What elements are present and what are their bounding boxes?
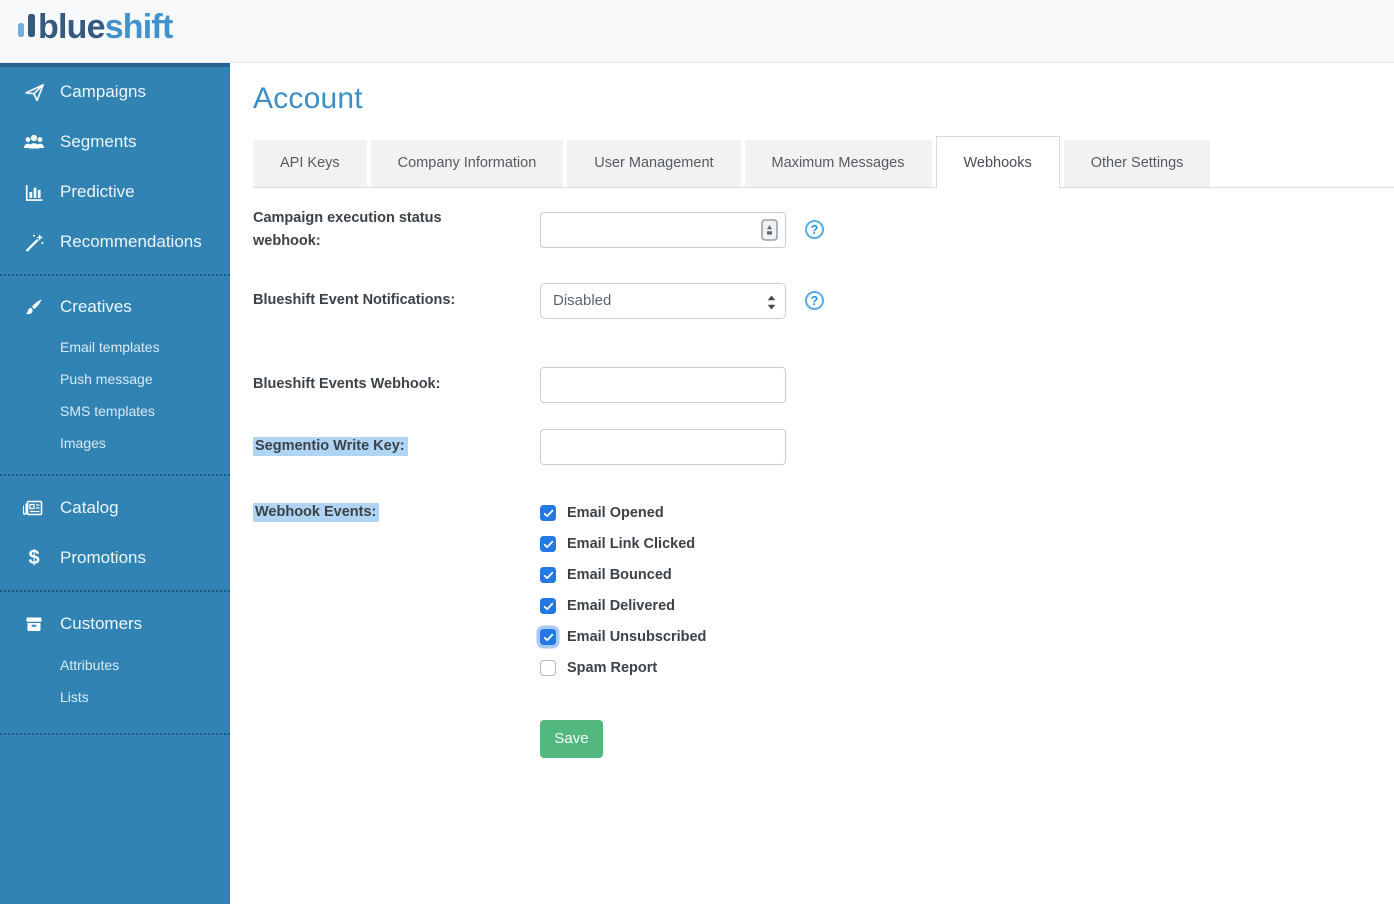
- archive-box-icon: [22, 613, 46, 635]
- sidebar-subitem-label: Lists: [60, 689, 89, 705]
- checkbox-label[interactable]: Email Opened: [567, 505, 664, 521]
- sidebar-subitem-label: SMS templates: [60, 403, 155, 419]
- main-content: Account API Keys Company Information Use…: [230, 63, 1394, 904]
- checkbox-label[interactable]: Spam Report: [567, 660, 657, 676]
- sidebar-item-customers[interactable]: Customers: [0, 599, 230, 649]
- sidebar-item-campaigns[interactable]: Campaigns: [0, 67, 230, 117]
- sidebar-item-attributes[interactable]: Attributes: [0, 649, 230, 681]
- webhook-events-checklist: Email Opened Email Link Clicked Email Bo…: [540, 498, 706, 684]
- sidebar-item-push-message[interactable]: Push message: [0, 363, 230, 395]
- page-title: Account: [253, 82, 1394, 116]
- select-selected-value: Disabled: [553, 292, 611, 309]
- sidebar-subitem-label: Images: [60, 435, 106, 451]
- sidebar-divider: [0, 733, 230, 735]
- email-delivered-checkbox[interactable]: [540, 598, 556, 614]
- segmentio-write-key-input[interactable]: [540, 429, 786, 465]
- sidebar-item-segments[interactable]: Segments: [0, 117, 230, 167]
- form-row-events-webhook: Blueshift Events Webhook:: [253, 367, 1394, 403]
- checkbox-label[interactable]: Email Unsubscribed: [567, 629, 706, 645]
- form-row-campaign-execution: Campaign execution status webhook: ?: [253, 207, 1394, 253]
- sidebar-item-lists[interactable]: Lists: [0, 681, 230, 713]
- webhook-events-label: Webhook Events:: [253, 501, 540, 524]
- blueshift-logo[interactable]: blueshift: [18, 10, 1394, 44]
- paper-plane-icon: [22, 81, 46, 103]
- autofill-extension-icon[interactable]: [761, 219, 778, 246]
- segmentio-write-key-label: Segmentio Write Key:: [253, 435, 540, 458]
- checkbox-row-email-link-clicked[interactable]: Email Link Clicked: [540, 529, 706, 560]
- sidebar-item-catalog[interactable]: Catalog: [0, 483, 230, 533]
- form-row-segmentio-key: Segmentio Write Key:: [253, 429, 1394, 465]
- checkbox-row-email-delivered[interactable]: Email Delivered: [540, 591, 706, 622]
- sidebar-item-label: Recommendations: [60, 232, 202, 252]
- sidebar-item-label: Creatives: [60, 297, 132, 317]
- tab-api-keys[interactable]: API Keys: [253, 140, 367, 187]
- checkbox-label[interactable]: Email Bounced: [567, 567, 672, 583]
- sidebar-item-label: Campaigns: [60, 82, 146, 102]
- help-icon[interactable]: ?: [805, 220, 824, 239]
- users-icon: [22, 131, 46, 153]
- tab-maximum-messages[interactable]: Maximum Messages: [745, 140, 932, 187]
- sidebar-subitem-label: Push message: [60, 371, 153, 387]
- sidebar-item-images[interactable]: Images: [0, 427, 230, 459]
- event-notifications-select[interactable]: Disabled: [540, 283, 786, 319]
- tab-company-information[interactable]: Company Information: [371, 140, 564, 187]
- sidebar-subitem-label: Email templates: [60, 339, 160, 355]
- sidebar-item-label: Customers: [60, 614, 142, 634]
- checkbox-row-spam-report[interactable]: Spam Report: [540, 653, 706, 684]
- checkbox-row-email-bounced[interactable]: Email Bounced: [540, 560, 706, 591]
- paintbrush-icon: [22, 296, 46, 318]
- email-unsubscribed-checkbox[interactable]: [540, 629, 556, 645]
- save-button[interactable]: Save: [540, 720, 603, 758]
- webhooks-form: Campaign execution status webhook: ? Blu…: [253, 207, 1394, 758]
- sidebar-item-label: Segments: [60, 132, 137, 152]
- sidebar-item-sms-templates[interactable]: SMS templates: [0, 395, 230, 427]
- help-icon[interactable]: ?: [805, 291, 824, 310]
- sidebar-divider: [0, 274, 230, 276]
- email-link-clicked-checkbox[interactable]: [540, 536, 556, 552]
- logo-bars-icon: [18, 14, 35, 37]
- sidebar-item-creatives[interactable]: Creatives: [0, 283, 230, 331]
- events-webhook-input[interactable]: [540, 367, 786, 403]
- checkbox-row-email-opened[interactable]: Email Opened: [540, 498, 706, 529]
- sidebar-item-label: Predictive: [60, 182, 135, 202]
- event-notifications-label: Blueshift Event Notifications:: [253, 289, 540, 312]
- sidebar-divider: [0, 590, 230, 592]
- dollar-icon: $: [22, 547, 46, 569]
- sidebar-item-email-templates[interactable]: Email templates: [0, 331, 230, 363]
- sidebar-divider: [0, 474, 230, 476]
- checkbox-label[interactable]: Email Link Clicked: [567, 536, 695, 552]
- checkbox-row-email-unsubscribed[interactable]: Email Unsubscribed: [540, 622, 706, 653]
- save-row: Save: [253, 720, 1394, 758]
- tab-webhooks[interactable]: Webhooks: [936, 136, 1060, 188]
- sidebar-item-promotions[interactable]: $ Promotions: [0, 533, 230, 583]
- email-bounced-checkbox[interactable]: [540, 567, 556, 583]
- top-bar: blueshift: [0, 0, 1394, 63]
- magic-wand-icon: [22, 231, 46, 253]
- select-stepper-icon: [767, 295, 776, 315]
- campaign-execution-webhook-label: Campaign execution status webhook:: [253, 207, 540, 253]
- email-opened-checkbox[interactable]: [540, 505, 556, 521]
- sidebar: Campaigns Segments Predictive Recommenda…: [0, 63, 230, 904]
- logo-wordmark: blueshift: [38, 10, 172, 44]
- sidebar-item-recommendations[interactable]: Recommendations: [0, 217, 230, 267]
- sidebar-item-label: Promotions: [60, 548, 146, 568]
- spam-report-checkbox[interactable]: [540, 660, 556, 676]
- logo-word-blue: blue: [38, 8, 105, 46]
- newspaper-icon: [22, 497, 46, 519]
- tab-other-settings[interactable]: Other Settings: [1064, 140, 1211, 187]
- tab-user-management[interactable]: User Management: [567, 140, 740, 187]
- sidebar-item-label: Catalog: [60, 498, 119, 518]
- sidebar-subitem-label: Attributes: [60, 657, 119, 673]
- svg-text:$: $: [28, 547, 39, 569]
- bar-chart-icon: [22, 181, 46, 203]
- form-row-event-notifications: Blueshift Event Notifications: Disabled …: [253, 283, 1394, 319]
- form-row-webhook-events: Webhook Events: Email Opened Email Link …: [253, 501, 1394, 684]
- events-webhook-label: Blueshift Events Webhook:: [253, 373, 540, 396]
- tab-bar: API Keys Company Information User Manage…: [253, 136, 1394, 188]
- campaign-execution-webhook-input[interactable]: [540, 212, 786, 248]
- logo-word-shift: shift: [105, 8, 173, 46]
- sidebar-nav: Campaigns Segments Predictive Recommenda…: [0, 67, 230, 735]
- checkbox-label[interactable]: Email Delivered: [567, 598, 675, 614]
- sidebar-item-predictive[interactable]: Predictive: [0, 167, 230, 217]
